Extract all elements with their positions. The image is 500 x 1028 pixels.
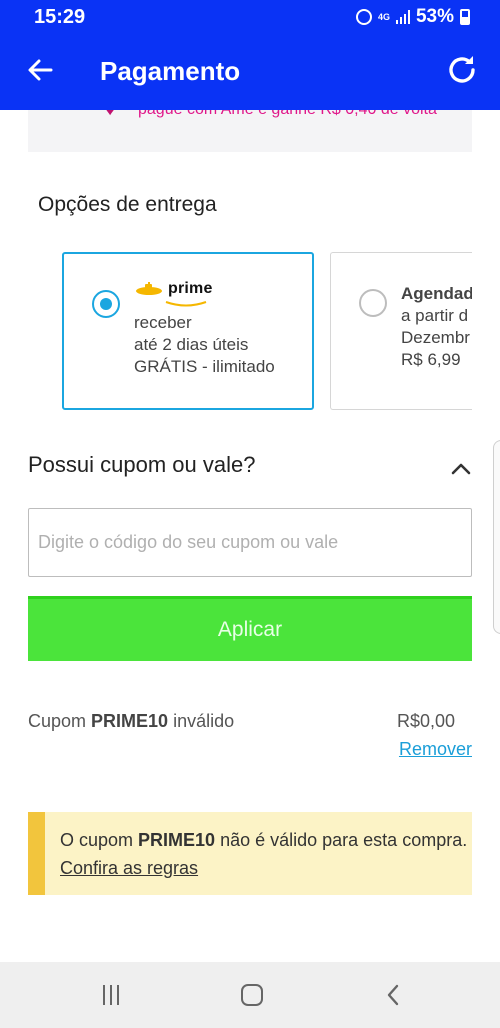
status-bar: 15:29 4G 53%: [0, 0, 500, 34]
battery-icon: [460, 9, 470, 25]
refresh-icon[interactable]: [444, 52, 480, 88]
system-nav-bar: [0, 962, 500, 1028]
prime-option-text: receber até 2 dias úteis GRÁTIS - ilimit…: [134, 312, 275, 378]
coupon-status-prefix: Cupom: [28, 711, 92, 731]
remove-coupon-link[interactable]: Remover: [399, 739, 472, 760]
status-time: 15:29: [34, 6, 86, 28]
radio-unselected[interactable]: [359, 289, 387, 317]
heart-icon: ♦: [106, 110, 115, 119]
coupon-warning: O cupom PRIME10 não é válido para esta c…: [28, 812, 472, 895]
coupon-amount: R$0,00: [396, 711, 455, 731]
back-icon[interactable]: [384, 983, 402, 1007]
delivery-option-scheduled[interactable]: Agendad a partir d Dezembr R$ 6,99: [330, 252, 472, 410]
app-bar: Pagamento: [0, 34, 500, 110]
scheduled-line-2: a partir d: [401, 306, 469, 325]
promo-banner: ♦ pague com Ame e ganhe R$ 0,40 de volta: [28, 110, 472, 152]
prime-line-1: receber: [134, 313, 192, 332]
edge-panel-handle[interactable]: [493, 440, 500, 634]
warning-code: PRIME10: [138, 830, 216, 850]
apply-coupon-button[interactable]: Aplicar: [28, 596, 472, 661]
warning-middle: não é válido para esta compra.: [215, 830, 468, 850]
prime-logo: prime: [134, 280, 213, 298]
scheduled-line-4: R$ 6,99: [401, 350, 461, 369]
scheduled-option-text: Agendad a partir d Dezembr R$ 6,99: [401, 283, 472, 371]
rules-link[interactable]: Confira as regras: [60, 858, 198, 878]
prime-line-3: GRÁTIS - ilimitado: [134, 357, 275, 376]
battery-percent: 53%: [415, 6, 454, 27]
submarine-icon: [136, 282, 162, 295]
coupon-status-code: PRIME10: [91, 711, 169, 731]
scheduled-line-1: Agendad: [401, 284, 472, 303]
chevron-up-icon[interactable]: [450, 460, 472, 476]
recent-apps-icon[interactable]: [103, 985, 123, 1005]
home-icon[interactable]: [241, 984, 263, 1006]
network-type: 4G: [377, 12, 390, 22]
coupon-status: Cupom PRIME10 inválido: [28, 711, 234, 732]
radio-selected[interactable]: [92, 290, 120, 318]
page-title: Pagamento: [100, 56, 241, 86]
coupon-section-title: Possui cupom ou vale?: [28, 452, 256, 477]
coupon-input[interactable]: [28, 508, 472, 577]
alarm-icon: [355, 9, 372, 25]
warning-prefix: O cupom: [60, 830, 139, 850]
prime-line-2: até 2 dias úteis: [134, 335, 249, 354]
prime-logo-text: prime: [168, 280, 213, 297]
prime-smile-icon: [165, 301, 207, 307]
arrow-left-icon[interactable]: [24, 54, 56, 86]
promo-text: pague com Ame e ganhe R$ 0,40 de volta: [138, 110, 437, 119]
delivery-section-title: Opções de entrega: [38, 193, 217, 216]
signal-icon: [395, 10, 410, 24]
coupon-status-suffix: inválido: [168, 711, 235, 731]
delivery-option-prime[interactable]: prime receber até 2 dias úteis GRÁTIS - …: [62, 252, 314, 410]
scheduled-line-3: Dezembr: [401, 328, 470, 347]
status-icons: 4G 53%: [355, 6, 470, 28]
